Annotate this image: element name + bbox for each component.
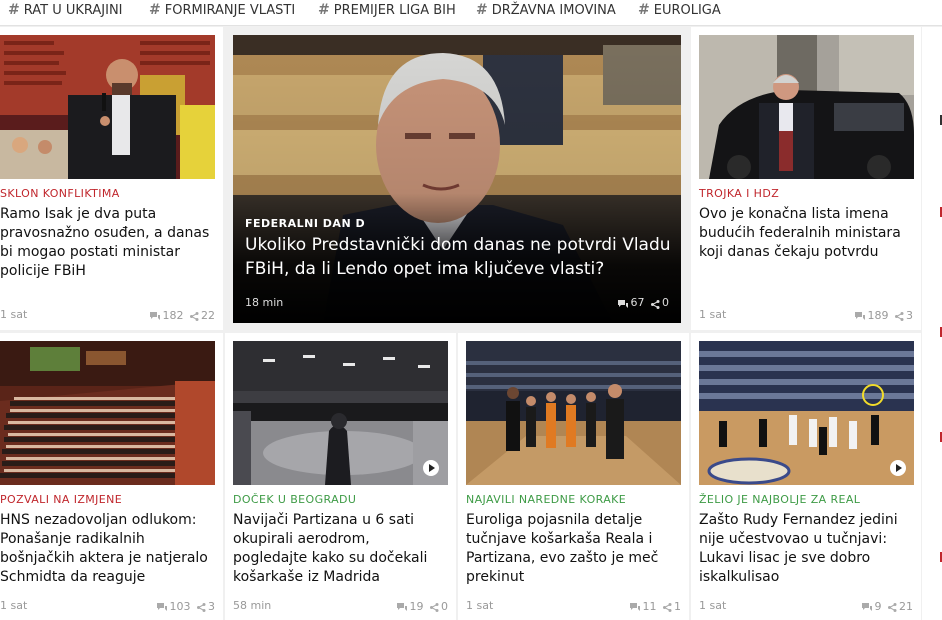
share-count: 0 [441,599,448,613]
hash-icon: # [476,2,488,18]
article-stats: 9 21 [861,599,913,613]
article-card[interactable]: ŽELIO JE NAJBOLJE ZA REAL Zašto Rudy Fer… [691,333,921,620]
comment-count: 11 [642,599,657,613]
article-kicker: POZVALI NA IZMJENE [0,493,123,506]
article-image[interactable] [0,35,215,179]
share-icon [895,311,904,321]
tag-rat-u-ukrajini[interactable]: # RAT U UKRAJINI [8,2,123,18]
comment-count: 19 [409,599,424,613]
article-image[interactable] [699,35,914,179]
article-kicker: NAJAVILI NAREDNE KORAKE [466,493,627,506]
article-card[interactable]: NAJAVILI NAREDNE KORAKE Euroliga pojasni… [458,333,689,620]
comments-icon [396,602,407,611]
article-stats: 182 22 [149,308,215,322]
share-count: 1 [674,599,681,613]
article-time: 58 min [233,599,272,612]
comment-count: 182 [162,308,184,322]
comments-icon [629,602,640,611]
article-title[interactable]: Zašto Rudy Fernandez jedini nije učestvo… [699,511,914,587]
article-card[interactable]: POZVALI NA IZMJENE HNS nezadovoljan odlu… [0,333,223,620]
featured-stats: 67 0 [617,296,669,309]
article-card[interactable]: SKLON KONFLIKTIMA Ramo Isak je dva puta … [0,27,223,330]
share-icon [430,602,439,612]
share-count: 3 [906,308,913,322]
comment-count: 67 [630,296,645,309]
hash-icon: # [149,2,161,18]
featured-kicker: FEDERALNI DAN D [245,217,366,230]
comment-count: 103 [169,599,191,613]
hash-icon: # [638,2,650,18]
featured-article[interactable]: FEDERALNI DAN D Ukoliko Predstavnički do… [233,35,681,323]
share-count: 21 [899,599,913,613]
share-icon [663,602,672,612]
share-count: 0 [662,296,669,309]
topic-tag-bar: # RAT U UKRAJINI # FORMIRANJE VLASTI # PREM… [0,0,942,26]
article-kicker: ŽELIO JE NAJBOLJE ZA REAL [699,493,861,506]
comments-icon [617,299,628,308]
comments-icon [861,602,872,611]
article-time: 1 sat [0,308,28,321]
tag-euroliga[interactable]: # EUROLIGA [638,2,721,18]
article-stats: 11 1 [629,599,681,613]
share-count: 3 [208,599,215,613]
article-card[interactable]: DOČEK U BEOGRADU Navijači Partizana u 6 … [225,333,456,620]
share-count: 22 [201,308,215,322]
hash-icon: # [8,2,20,18]
tag-premijer-liga-bih[interactable]: # PREMIJER LIGA BIH [318,2,456,18]
share-icon [888,602,897,612]
article-image[interactable] [699,341,914,485]
comment-count: 9 [874,599,882,613]
article-kicker: DOČEK U BEOGRADU [233,493,357,506]
article-image[interactable] [0,341,215,485]
article-time: 1 sat [699,599,727,612]
article-stats: 103 3 [156,599,215,613]
article-card[interactable]: TROJKA I HDZ Ovo je konačna lista imena … [691,27,921,330]
article-title[interactable]: Ramo Isak je dva puta pravosnažno osuđen… [0,205,212,281]
article-title[interactable]: HNS nezadovoljan odlukom: Ponašanje radi… [0,511,215,587]
featured-time: 18 min [245,296,284,309]
comments-icon [854,311,865,320]
comments-icon [149,311,160,320]
share-icon [651,299,660,309]
play-icon[interactable] [890,460,906,476]
featured-title[interactable]: Ukoliko Predstavnički dom danas ne potvr… [245,233,677,281]
article-title[interactable]: Navijači Partizana u 6 sati okupirali ae… [233,511,448,587]
article-time: 1 sat [466,599,494,612]
play-icon[interactable] [423,460,439,476]
article-image[interactable] [466,341,681,485]
comment-count: 189 [867,308,889,322]
comments-icon [156,602,167,611]
share-icon [190,311,199,321]
hash-icon: # [318,2,330,18]
article-stats: 19 0 [396,599,448,613]
tag-formiranje-vlasti[interactable]: # FORMIRANJE VLASTI [149,2,295,18]
article-stats: 189 3 [854,308,913,322]
article-title[interactable]: Euroliga pojasnila detalje tučnjave koša… [466,511,681,587]
tag-drzavna-imovina[interactable]: # DRŽAVNA IMOVINA [476,2,616,18]
article-time: 1 sat [0,599,28,612]
article-title[interactable]: Ovo je konačna lista imena budućih feder… [699,205,914,262]
adjacent-column-edge [922,27,942,620]
article-kicker: SKLON KONFLIKTIMA [0,187,120,200]
share-icon [197,602,206,612]
article-image[interactable] [233,341,448,485]
article-time: 1 sat [699,308,727,321]
article-kicker: TROJKA I HDZ [699,187,780,200]
